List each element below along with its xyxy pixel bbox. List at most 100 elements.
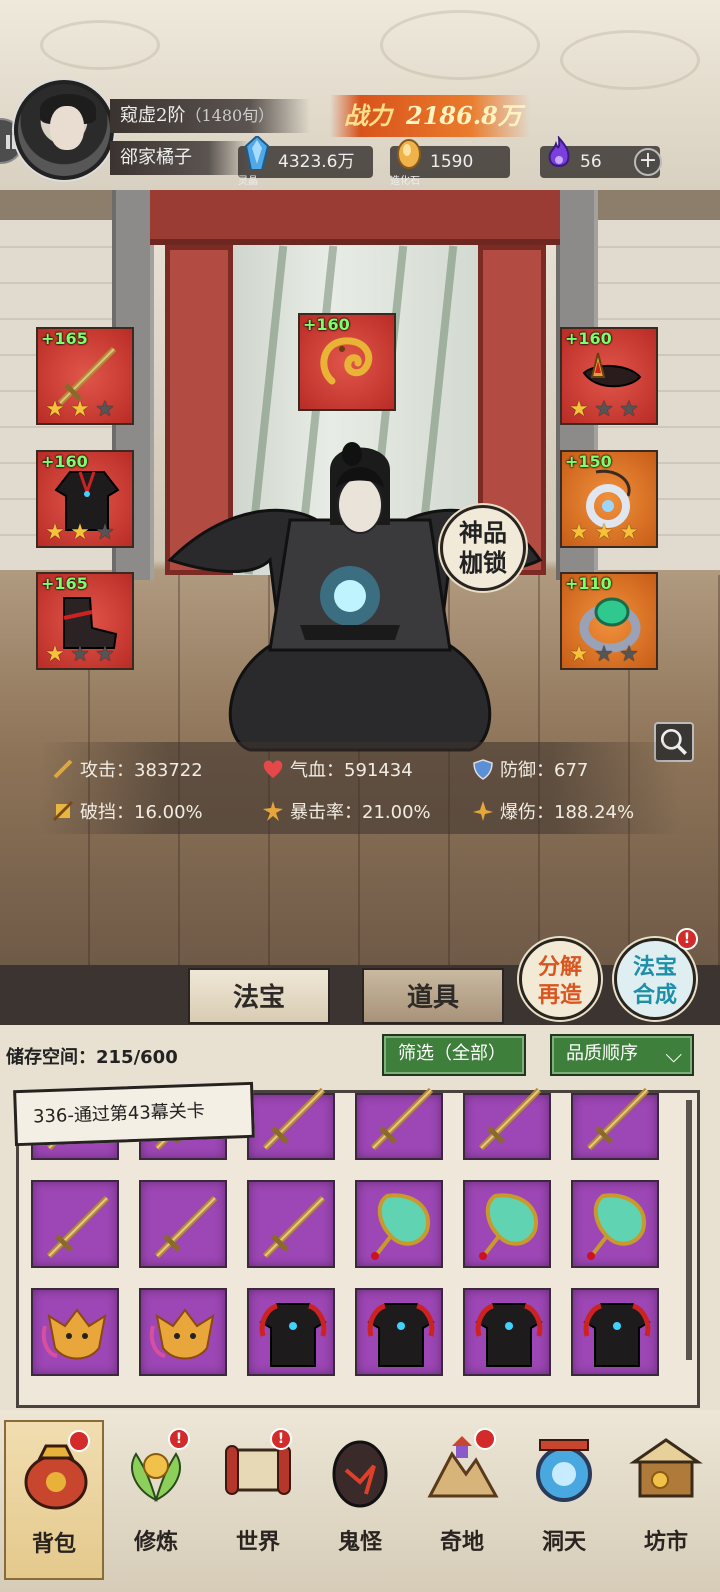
sword-icon	[154, 1195, 218, 1259]
shackle-line-2: 枷锁	[459, 548, 507, 577]
stat-hp: 气血：591434	[262, 756, 413, 782]
inventory-item[interactable]	[571, 1087, 659, 1160]
nav-bag[interactable]: 背包	[4, 1420, 104, 1580]
realm-text: 窥虚2阶	[120, 105, 186, 126]
stat-crit-rate-text: 暴击率：21.00%	[290, 802, 431, 823]
star-rating: ★ ★ ★	[45, 397, 115, 422]
star-rating: ★ ★ ★	[45, 520, 115, 545]
inventory-item[interactable]	[463, 1288, 551, 1376]
inventory-item[interactable]	[571, 1288, 659, 1376]
star-rating: ★ ★ ★	[569, 642, 639, 667]
jade-fan-icon	[479, 1193, 539, 1260]
nav-scroll[interactable]: 世界!	[208, 1420, 308, 1580]
tab-bar	[0, 965, 720, 1025]
equip-slot-weapon[interactable]: +165 ★ ★ ★	[36, 327, 134, 425]
sword-icon	[370, 1087, 434, 1151]
star-rating: ★ ★ ★	[569, 397, 639, 422]
equip-slot-armor[interactable]: +160 ★ ★ ★	[36, 450, 134, 548]
sword-icon	[478, 1087, 542, 1151]
quest-tip[interactable]: 336-通过第43幕关卡	[13, 1081, 255, 1147]
resource-zaohua-stone[interactable]: 造化石 1590	[390, 139, 510, 187]
nav-alert-badge: !	[168, 1428, 190, 1450]
equip-slot-crown[interactable]: +160 ★ ★ ★	[560, 327, 658, 425]
nav-mountain[interactable]: 奇地	[412, 1420, 512, 1580]
resource-value: 56	[580, 152, 602, 172]
nav-label: 鬼怪	[337, 1529, 382, 1555]
equip-slot-artifact[interactable]: +160	[298, 313, 396, 411]
nav-label: 世界	[235, 1529, 280, 1555]
inventory-item[interactable]	[139, 1180, 227, 1268]
star-rating: ★ ★ ★	[569, 520, 639, 545]
tab-items[interactable]: 道具	[362, 968, 504, 1024]
stat-crit-dmg-text: 爆伤：188.24%	[500, 802, 635, 823]
combat-power: 战力 2186.8万	[330, 95, 530, 137]
equip-slot-boots[interactable]: +165 ★ ★ ★	[36, 572, 134, 670]
inventory-item[interactable]	[31, 1180, 119, 1268]
sword-stat-icon	[53, 759, 73, 779]
stone-icon	[397, 139, 421, 169]
add-resource-button[interactable]: +	[634, 148, 662, 176]
stat-pierce: 破挡：16.00%	[52, 798, 203, 824]
stat-attack-text: 攻击：383722	[80, 760, 203, 781]
treasure-synthesis-button[interactable]: 法宝 合成	[614, 938, 696, 1020]
inventory-item[interactable]	[355, 1288, 443, 1376]
jade-fan-icon	[587, 1193, 647, 1260]
equip-slot-ring[interactable]: +110 ★ ★ ★	[560, 572, 658, 670]
golden-dragon-icon	[320, 337, 373, 385]
inventory-item[interactable]	[31, 1288, 119, 1376]
stat-hp-text: 气血：591434	[290, 760, 413, 781]
robe-icon	[259, 1303, 327, 1367]
decompose-line-2: 再造	[537, 982, 582, 1008]
power-label: 战力	[344, 101, 392, 130]
star-rating: ★ ★ ★	[45, 642, 115, 667]
nav-alert-badge	[68, 1430, 90, 1452]
nav-label: 洞天	[541, 1529, 586, 1555]
inventory-item[interactable]	[463, 1087, 551, 1160]
inventory-item[interactable]	[247, 1180, 335, 1268]
filter-dropdown[interactable]: 筛选（全部）	[382, 1034, 526, 1076]
sort-dropdown[interactable]: 品质顺序 ⌵	[550, 1034, 694, 1076]
decompose-line-1: 分解	[537, 954, 582, 980]
stat-crit-rate: 暴击率：21.00%	[262, 798, 431, 824]
sword-icon	[46, 1195, 110, 1259]
fox-mask-icon	[149, 1308, 215, 1360]
crit-damage-icon	[473, 801, 493, 821]
inventory-item[interactable]	[355, 1087, 443, 1160]
storage-capacity: 储存空间：215/600	[6, 1047, 178, 1068]
inventory-item[interactable]	[463, 1180, 551, 1268]
nav-lotus[interactable]: 修炼!	[106, 1420, 206, 1580]
chevron-down-icon: ⌵	[665, 1043, 682, 1068]
power-value: 2186.8万	[406, 101, 522, 130]
synthesis-alert-badge: !	[676, 928, 698, 950]
player-avatar[interactable]	[14, 80, 114, 180]
equip-slot-necklace[interactable]: +150 ★ ★ ★	[560, 450, 658, 548]
nav-label: 修炼	[133, 1529, 178, 1555]
nav-demon-egg[interactable]: 鬼怪	[310, 1420, 410, 1580]
inventory-item[interactable]	[247, 1087, 335, 1160]
sword-icon	[262, 1195, 326, 1259]
robe-icon	[367, 1303, 435, 1367]
jade-fan-icon	[371, 1193, 431, 1260]
inventory-item[interactable]	[571, 1180, 659, 1268]
inventory-item[interactable]	[247, 1288, 335, 1376]
nav-label: 奇地	[439, 1529, 484, 1555]
stat-defense: 防御：677	[472, 756, 588, 782]
inventory-scrollbar[interactable]	[686, 1100, 692, 1360]
inventory-item[interactable]	[139, 1288, 227, 1376]
robe-icon	[583, 1303, 651, 1367]
nav-market[interactable]: 坊市	[616, 1420, 716, 1580]
nav-alert-badge	[474, 1428, 496, 1450]
resource-lingjing[interactable]: 灵晶 4323.6万	[238, 136, 373, 187]
inventory-item[interactable]	[355, 1180, 443, 1268]
robe-icon	[475, 1303, 543, 1367]
demon-egg-icon	[332, 1440, 388, 1508]
synth-line-2: 合成	[632, 982, 677, 1008]
divine-shackle-button[interactable]: 神品 枷锁	[440, 505, 526, 591]
tab-treasure[interactable]: 法宝	[188, 968, 330, 1024]
shackle-line-1: 神品	[459, 518, 507, 547]
player-name-plate: 郤家橘子	[110, 141, 250, 175]
decompose-rebuild-button[interactable]: 分解 再造	[519, 938, 601, 1020]
lifespan-text: （1480旬）	[185, 106, 275, 125]
nav-portal[interactable]: 洞天	[514, 1420, 614, 1580]
sword-icon	[262, 1087, 326, 1151]
